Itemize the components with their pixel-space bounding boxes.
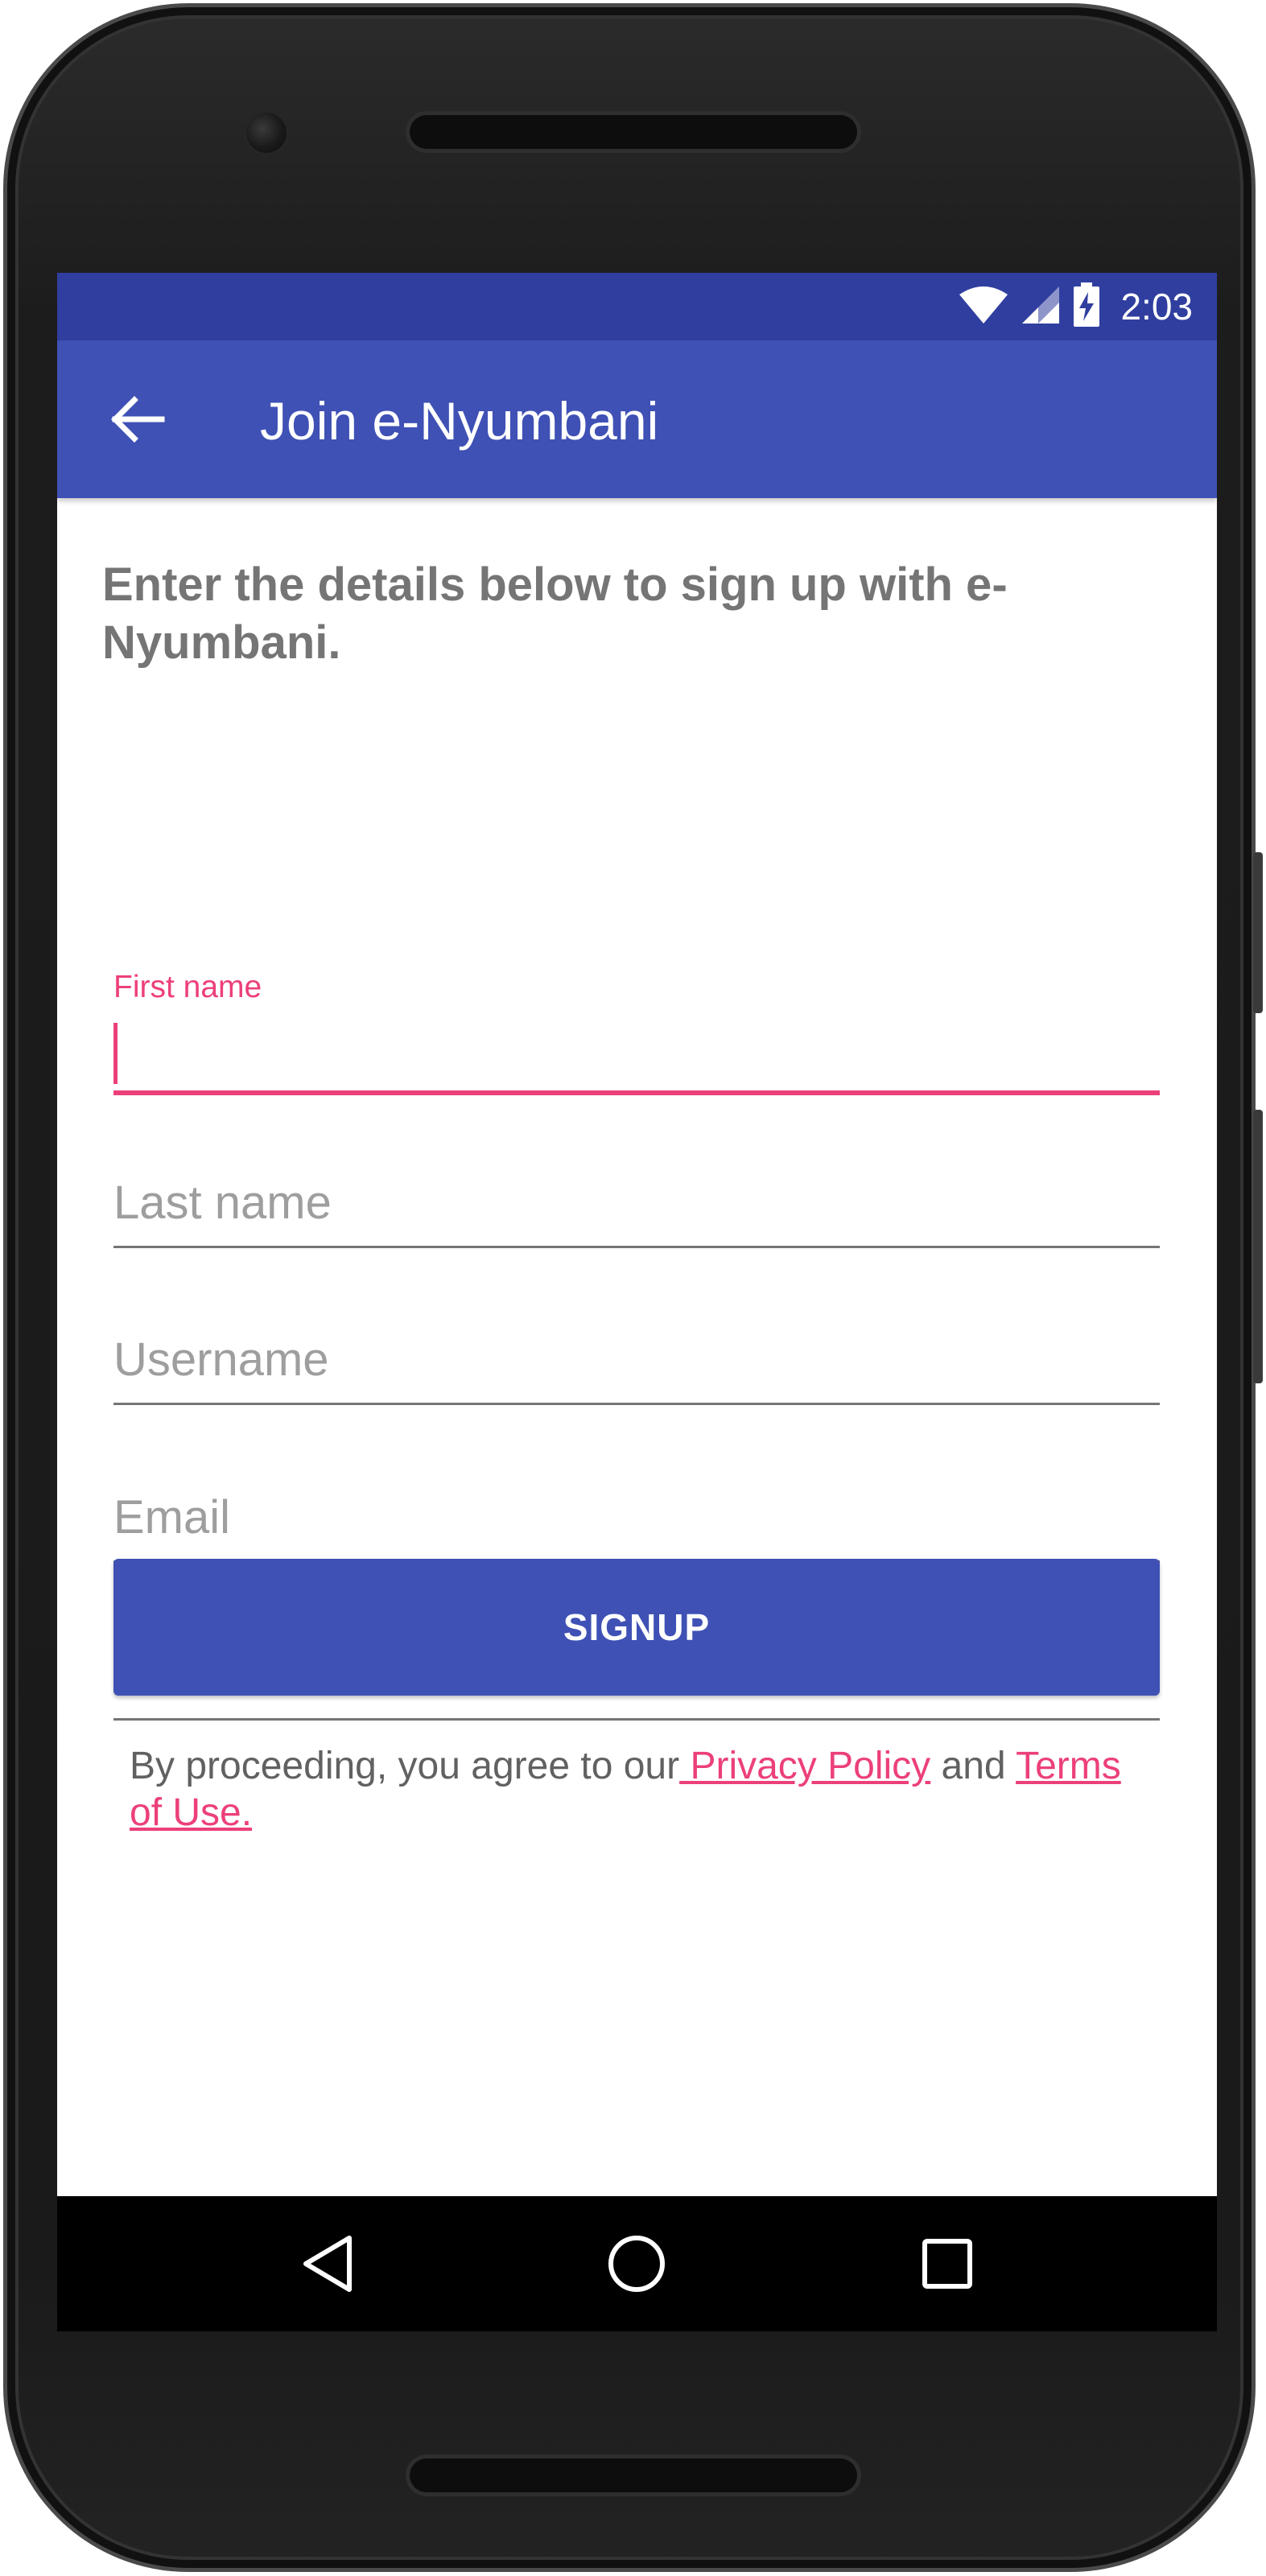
text-cursor xyxy=(113,1023,118,1084)
home-circle-icon xyxy=(608,2236,665,2292)
username-field xyxy=(113,1319,1160,1416)
legal-prefix: By proceeding, you agree to our xyxy=(130,1745,680,1787)
back-button[interactable] xyxy=(105,387,170,451)
app-bar: Join e-Nyumbani xyxy=(57,340,1217,498)
nav-back-button[interactable] xyxy=(291,2227,365,2301)
page-title: Join e-Nyumbani xyxy=(260,391,659,451)
top-speaker xyxy=(410,115,857,149)
navigation-bar xyxy=(57,2196,1217,2331)
email-input[interactable] xyxy=(113,1477,1160,1557)
legal-text: By proceeding, you agree to our Privacy … xyxy=(130,1743,1160,1836)
cell-signal-icon xyxy=(1021,285,1061,329)
legal-middle: and xyxy=(930,1745,1017,1787)
first-name-input[interactable] xyxy=(113,1007,1160,1087)
last-name-underline xyxy=(113,1246,1160,1248)
recents-square-icon xyxy=(922,2239,972,2289)
volume-button xyxy=(1253,1110,1263,1383)
nav-recents-button[interactable] xyxy=(910,2227,984,2301)
wifi-icon xyxy=(958,285,1009,329)
first-name-underline xyxy=(113,1090,1160,1095)
username-input[interactable] xyxy=(113,1319,1160,1399)
battery-charging-icon xyxy=(1072,282,1101,332)
arrow-back-icon xyxy=(111,396,165,443)
nav-home-button[interactable] xyxy=(600,2227,674,2301)
bottom-speaker xyxy=(410,2459,857,2492)
first-name-field: First name xyxy=(113,970,1160,1103)
privacy-policy-link[interactable]: Privacy Policy xyxy=(679,1745,930,1787)
power-button xyxy=(1253,852,1263,1013)
status-icons: 2:03 xyxy=(958,281,1193,332)
front-camera xyxy=(244,110,289,155)
status-time: 2:03 xyxy=(1120,286,1193,328)
intro-text: Enter the details below to sign up with … xyxy=(102,558,1008,669)
username-underline xyxy=(113,1403,1160,1405)
status-bar: 2:03 xyxy=(57,273,1217,340)
first-name-label: First name xyxy=(113,970,262,1004)
phone-frame: 2:03 Join e-Nyumbani Enter the details b… xyxy=(3,3,1263,2572)
signup-button[interactable]: SIGNUP xyxy=(113,1559,1160,1696)
last-name-input[interactable] xyxy=(113,1162,1160,1243)
password-underline xyxy=(113,1718,1160,1721)
back-triangle-icon xyxy=(303,2236,352,2292)
last-name-field xyxy=(113,1162,1160,1259)
screen: 2:03 Join e-Nyumbani Enter the details b… xyxy=(57,273,1217,2331)
